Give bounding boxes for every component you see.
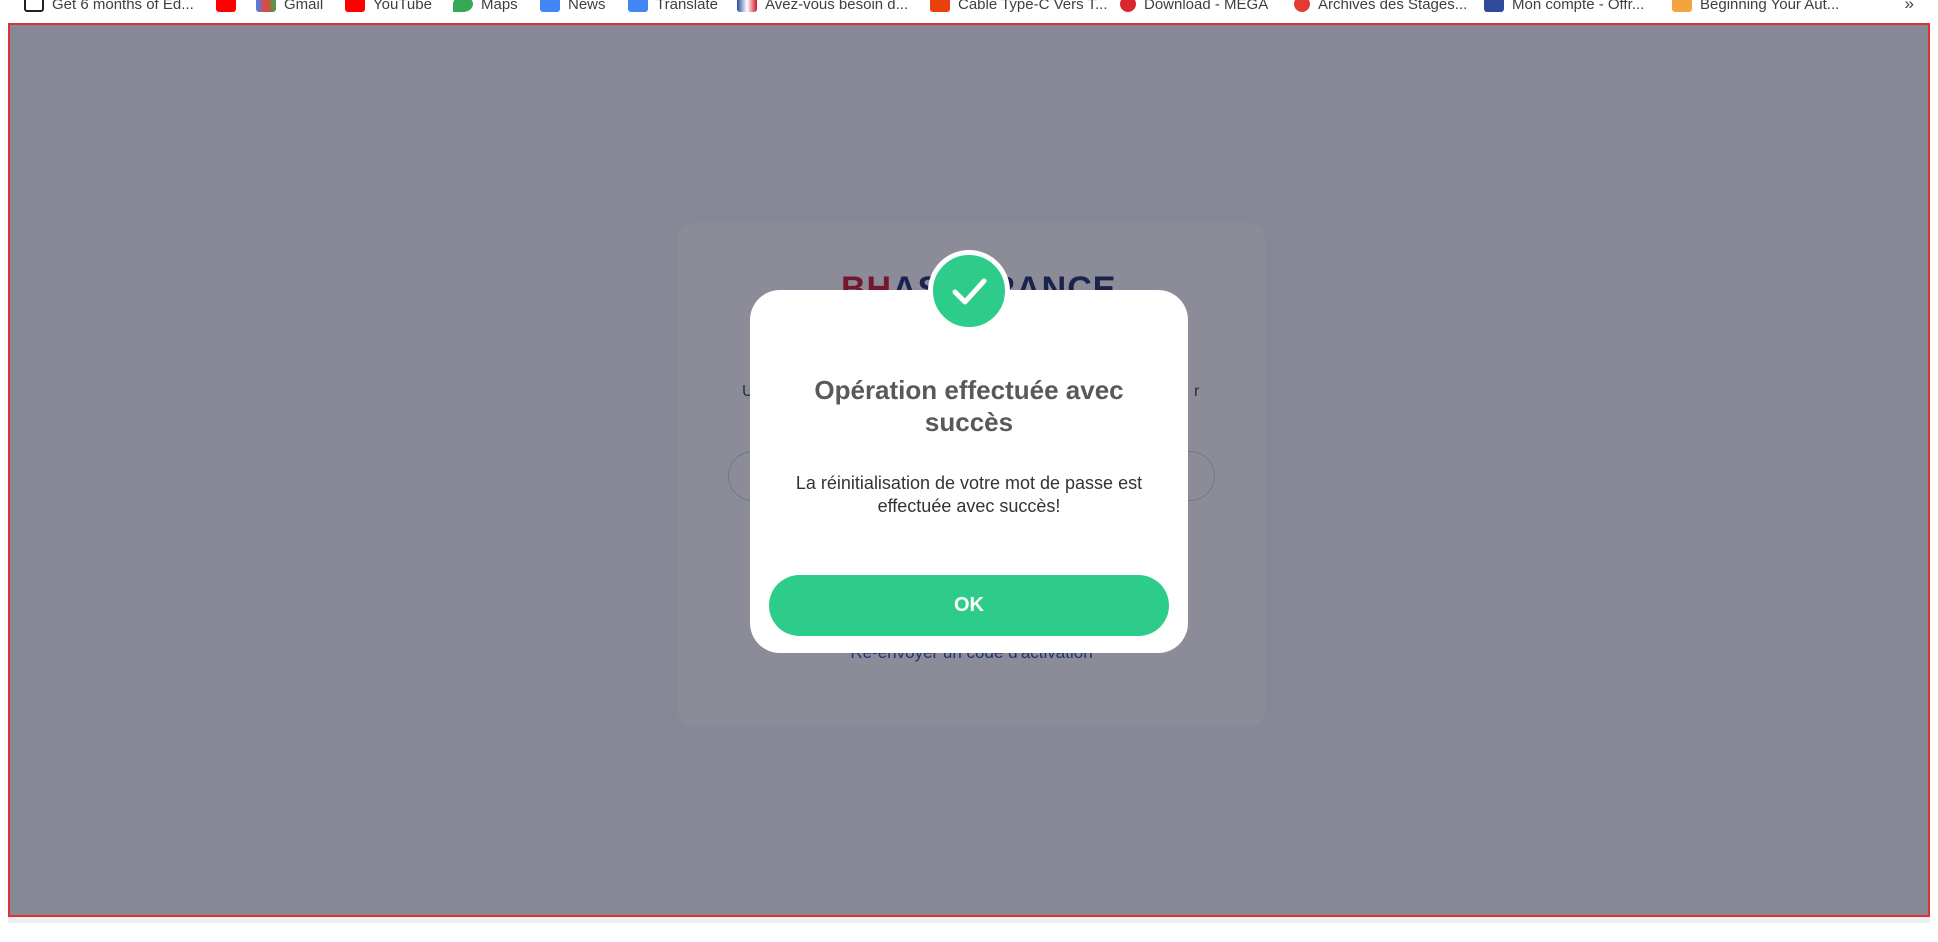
success-dialog: Opération effectuée avec succès La réini… (750, 250, 1188, 653)
mega-icon (1120, 0, 1136, 12)
news-icon (540, 0, 560, 12)
bookmark-item[interactable]: YouTube (345, 0, 432, 14)
terminal-icon (24, 0, 44, 12)
bookmark-label: Maps (481, 0, 518, 13)
bookmark-label: Beginning Your Aut... (1700, 0, 1840, 13)
bookmark-item[interactable]: Translate (628, 0, 718, 14)
bookmark-label: Cable Type-C Vers T... (958, 0, 1108, 13)
bookmark-item[interactable]: Gmail (256, 0, 323, 14)
bookmark-item[interactable]: Beginning Your Aut... (1672, 0, 1839, 14)
bookmark-item[interactable]: Maps (453, 0, 518, 14)
bookmark-item[interactable]: Get 6 months of Ed... (24, 0, 194, 14)
bookmark-label: Avez-vous besoin d... (765, 0, 909, 13)
flag-icon (737, 0, 757, 12)
bookmark-label: News (568, 0, 606, 13)
gmail-icon (256, 0, 276, 12)
bookmark-label: Gmail (284, 0, 324, 13)
oe-icon (1484, 0, 1504, 12)
youtube-icon (216, 0, 236, 12)
translate-icon (628, 0, 648, 12)
cart-icon (930, 0, 950, 12)
dialog-message: La réinitialisation de votre mot de pass… (795, 473, 1143, 516)
bookmark-label: Archives des Stages... (1318, 0, 1468, 13)
check-icon (928, 250, 1010, 332)
youtube-icon (345, 0, 365, 12)
bookmark-label: Get 6 months of Ed... (52, 0, 194, 13)
ok-button[interactable]: OK (769, 575, 1169, 636)
bookmark-item[interactable]: Archives des Stages... (1294, 0, 1467, 14)
bookmarks-bar: Get 6 months of Ed... Gmail YouTube Maps… (0, 0, 1938, 22)
bookmark-label: Download - MEGA (1144, 0, 1269, 13)
bookmarks-overflow-button[interactable]: » (1905, 0, 1914, 14)
bookmark-label: Translate (656, 0, 718, 13)
bookmark-item[interactable]: Mon compte - Offr... (1484, 0, 1644, 14)
maps-icon (453, 0, 473, 12)
page-bottom-strip (8, 917, 1930, 923)
bookmark-item[interactable]: Cable Type-C Vers T... (930, 0, 1108, 14)
bookmark-item[interactable]: Download - MEGA (1120, 0, 1268, 14)
a-icon (1672, 0, 1692, 12)
search-icon (1294, 0, 1310, 12)
dialog-title: Opération effectuée avec succès (814, 375, 1124, 437)
bookmark-item[interactable]: News (540, 0, 606, 14)
bookmark-item[interactable]: Avez-vous besoin d... (737, 0, 908, 14)
bookmark-label: Mon compte - Offr... (1512, 0, 1645, 13)
bookmark-label: YouTube (373, 0, 432, 13)
bookmark-item[interactable] (216, 0, 244, 14)
